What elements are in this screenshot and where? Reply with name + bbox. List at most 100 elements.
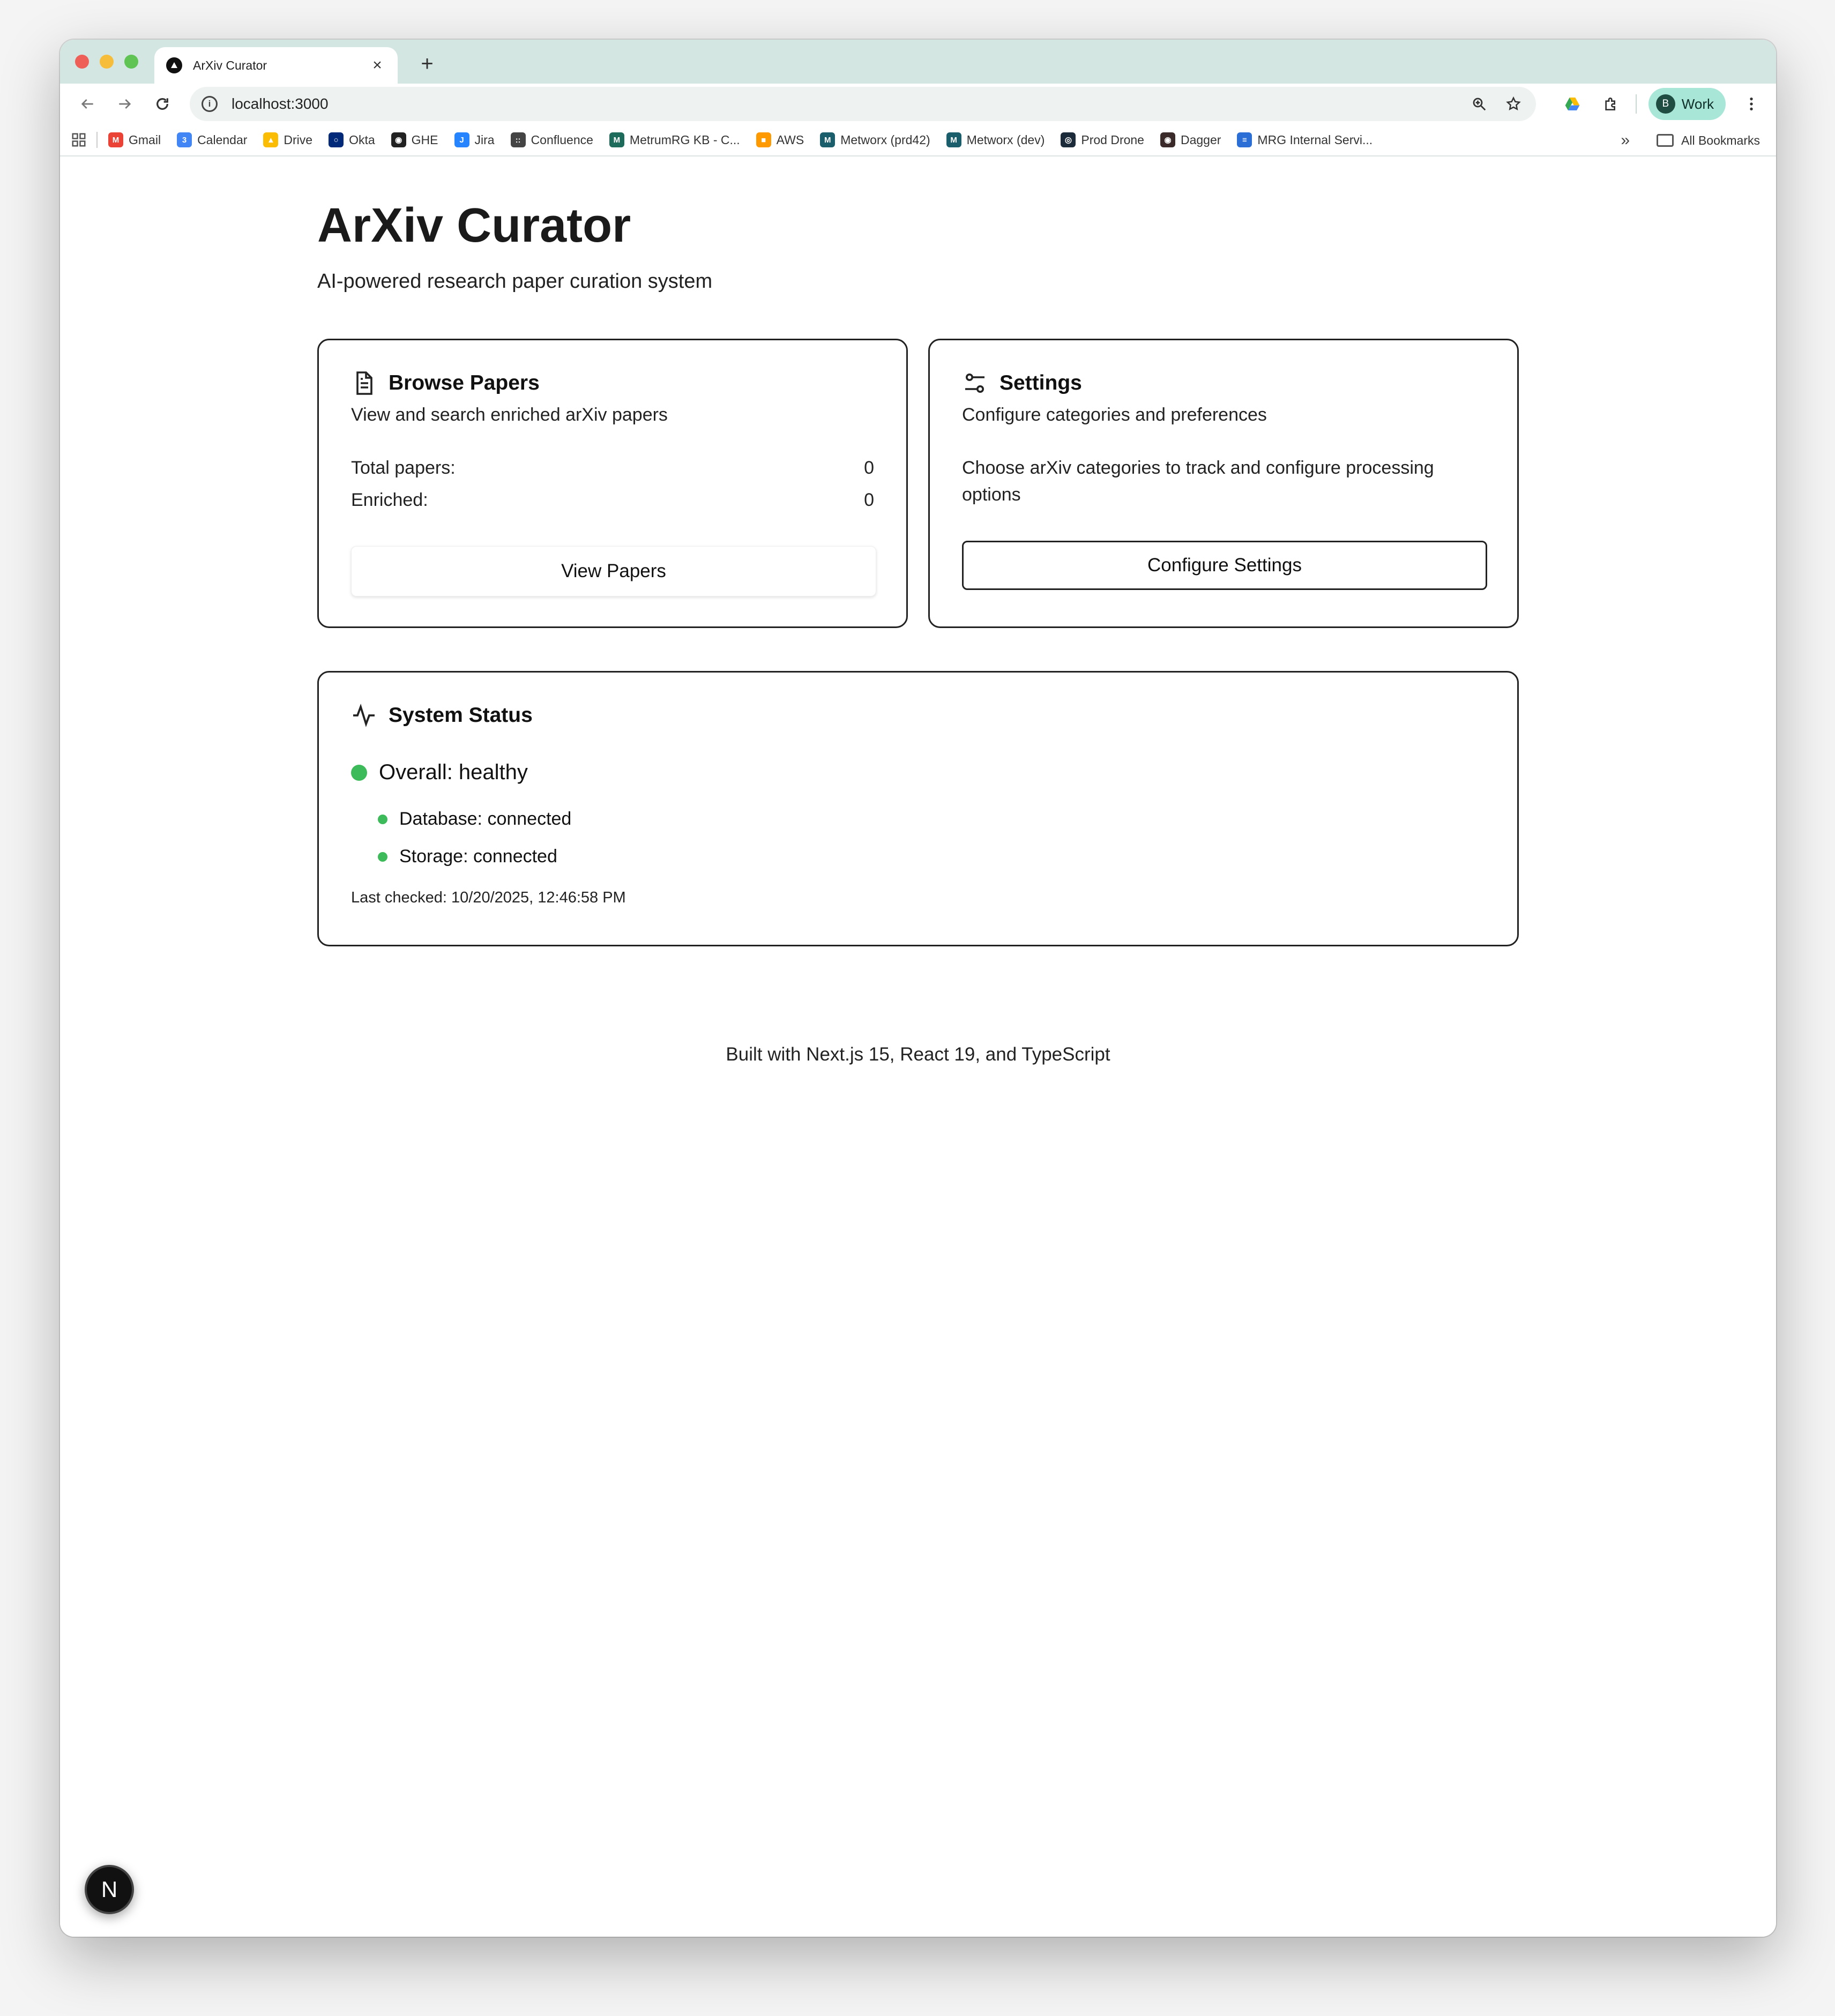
window-controls [75,55,138,69]
bookmark-item[interactable]: ≡ MRG Internal Servi... [1237,132,1372,147]
more-bookmarks-chevron-icon[interactable]: » [1621,131,1630,150]
address-bar-url[interactable]: localhost:3000 [232,95,1456,113]
last-checked: Last checked: 10/20/2025, 12:46:58 PM [351,889,626,906]
bookmark-label: Dagger [1180,132,1221,147]
okta-icon: ○ [329,132,344,147]
paper-stats: Total papers: 0 Enriched: 0 [351,458,874,522]
browser-toolbar: i localhost:3000 B Work [60,84,1776,124]
jira-icon: J [454,132,469,147]
bookmarks-bar: M Gmail 3 Calendar ▲ Drive ○ Okta ◉ GHE J Jira:: Con… [60,124,1776,156]
bookmark-label: Calendar [197,132,248,147]
calendar-icon: 3 [177,132,192,147]
settings-card: Settings Configure categories and prefer… [928,339,1519,628]
zoom-window-button[interactable] [124,55,138,69]
bookmark-item[interactable]: :: Confluence [510,132,593,147]
bookmark-label: MetrumRG KB - C... [629,132,740,147]
apps-grid-icon[interactable] [71,132,87,148]
avatar: B [1655,94,1675,114]
google-drive-extension-icon[interactable] [1553,85,1592,123]
bookmark-item[interactable]: M Metworx (prd42) [820,132,930,147]
bookmarks-divider [96,132,98,148]
profile-label: Work [1681,95,1714,112]
bookmark-item[interactable]: ■ AWS [756,132,804,147]
bookmark-item[interactable]: M Metworx (dev) [946,132,1045,147]
nextjs-favicon-icon [166,57,182,73]
browse-papers-card: Browse Papers View and search enriched a… [317,339,908,628]
storage-status: Storage: connected [378,846,557,867]
bookmark-label: GHE [411,132,438,147]
bookmark-star-icon[interactable] [1503,93,1524,115]
address-bar[interactable]: i localhost:3000 [190,87,1536,121]
bookmark-item[interactable]: ◉ GHE [391,132,438,147]
bookmark-item[interactable]: 3 Calendar [177,132,247,147]
profile-button[interactable]: B Work [1648,88,1726,120]
minimize-window-button[interactable] [100,55,114,69]
stat-enriched: Enriched: 0 [351,490,874,522]
bookmark-item[interactable]: M MetrumRG KB - C... [609,132,740,147]
new-tab-button[interactable]: + [414,50,441,77]
all-bookmarks-label: All Bookmarks [1681,133,1760,147]
drone-icon: ◎ [1061,132,1076,147]
reload-button[interactable] [144,85,181,123]
browser-window: ArXiv Curator × + i localhost:3000 B Wor… [60,40,1776,1937]
bookmark-item[interactable]: ◎ Prod Drone [1061,132,1144,147]
browse-papers-description: View and search enriched arXiv papers [351,405,668,425]
status-dot-icon [351,764,367,781]
tab-arxiv-curator[interactable]: ArXiv Curator × [154,47,398,84]
bookmark-label: Metworx (dev) [966,132,1045,147]
metrum-icon: M [609,132,624,147]
bookmark-label: Jira [474,132,495,147]
system-status-card: System Status Overall: healthy Database:… [317,671,1519,946]
card-header: Browse Papers [351,370,874,396]
mrg-icon: ≡ [1237,132,1252,147]
page-subtitle: AI-powered research paper curation syste… [317,270,713,293]
bookmark-label: AWS [776,132,804,147]
zoom-icon[interactable] [1468,93,1490,115]
reload-icon [156,98,168,110]
drive-icon: ▲ [263,132,279,147]
bookmark-item[interactable]: J Jira [454,132,495,147]
stat-value: 0 [864,490,874,510]
tab-strip: ArXiv Curator × + [60,40,1776,84]
metworx-icon: M [946,132,961,147]
status-dot-icon [378,852,387,862]
bookmark-list: M Gmail 3 Calendar ▲ Drive ○ Okta ◉ GHE J Jira:: Con… [108,132,1389,147]
bookmark-item[interactable]: ▲ Drive [263,132,312,147]
stat-label: Enriched: [351,490,428,510]
view-papers-button[interactable]: View Papers [351,546,876,596]
card-header: System Status [351,703,1485,728]
site-info-icon[interactable]: i [202,96,218,112]
aws-icon: ■ [756,132,771,147]
settings-description: Configure categories and preferences [962,405,1267,425]
bookmark-label: Metworx (prd42) [840,132,930,147]
bookmark-item[interactable]: ○ Okta [329,132,375,147]
database-status: Database: connected [378,809,571,830]
tab-title: ArXiv Curator [193,58,267,72]
overall-status-label: Overall: healthy [379,760,528,784]
metworx-icon: M [820,132,836,147]
bookmark-label: Drive [284,132,313,147]
bookmark-label: Gmail [129,132,161,147]
browser-menu-kebab-icon[interactable] [1732,85,1771,123]
toolbar-separator [1635,94,1637,114]
page-viewport: ArXiv Curator AI-powered research paper … [60,156,1776,1937]
settings-sliders-icon [962,370,988,396]
bookmarks-bar-right: » All Bookmarks [1621,124,1760,156]
nextjs-dev-tools-button[interactable]: N [85,1865,134,1914]
close-window-button[interactable] [75,55,89,69]
forward-button[interactable] [106,85,144,123]
tab-close-icon[interactable]: × [369,56,386,74]
browse-papers-title: Browse Papers [389,371,540,394]
bookmark-label: MRG Internal Servi... [1257,132,1373,147]
settings-body: Choose arXiv categories to track and con… [962,458,1434,505]
all-bookmarks-button[interactable]: All Bookmarks [1657,133,1760,148]
system-status-title: System Status [389,704,533,727]
bookmark-label: Confluence [531,132,593,147]
settings-title: Settings [999,371,1082,394]
folder-icon [1657,134,1674,147]
configure-settings-button[interactable]: Configure Settings [962,541,1487,590]
extensions-puzzle-icon[interactable] [1592,85,1630,123]
bookmark-item[interactable]: ◉ Dagger [1160,132,1221,147]
back-button[interactable] [69,85,106,123]
bookmark-item[interactable]: M Gmail [108,132,161,147]
